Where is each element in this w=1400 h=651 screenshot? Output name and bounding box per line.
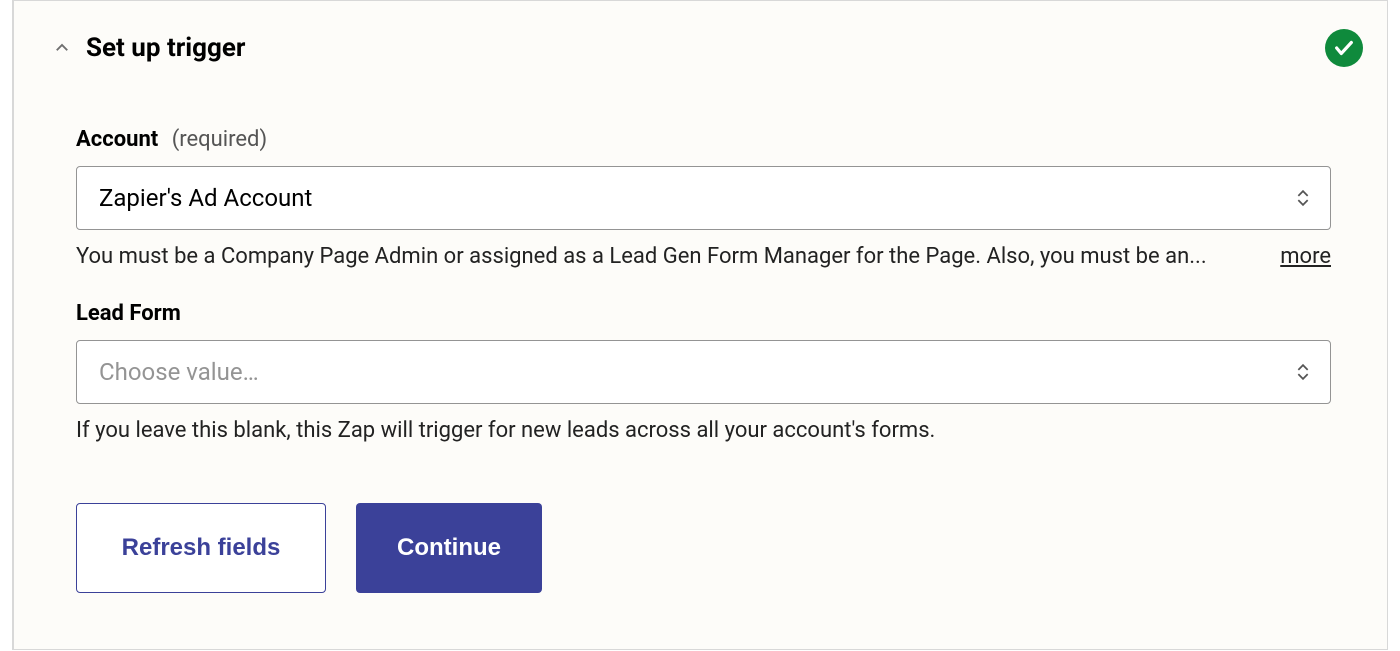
setup-trigger-panel: Set up trigger Account (required) Zapier… [12,0,1388,650]
refresh-fields-button[interactable]: Refresh fields [76,503,326,593]
select-updown-icon [1296,189,1310,207]
lead-form-select[interactable]: Choose value… [76,340,1331,404]
account-select[interactable]: Zapier's Ad Account [76,166,1331,230]
lead-form-field: Lead Form Choose value… If you leave thi… [76,301,1331,443]
panel-title: Set up trigger [86,33,1325,63]
collapse-chevron-up-icon[interactable] [52,38,72,58]
lead-form-placeholder: Choose value… [99,358,1296,386]
lead-form-label: Lead Form [76,301,181,326]
status-complete-icon [1325,29,1363,67]
account-field: Account (required) Zapier's Ad Account Y… [76,127,1331,269]
account-select-value: Zapier's Ad Account [99,184,1296,212]
account-helper-row: You must be a Company Page Admin or assi… [76,244,1331,269]
account-label-row: Account (required) [76,127,1331,152]
account-required: (required) [172,127,267,152]
button-row: Refresh fields Continue [76,503,1331,593]
continue-button[interactable]: Continue [356,503,542,593]
account-helper: You must be a Company Page Admin or assi… [76,244,1240,269]
form-body: Account (required) Zapier's Ad Account Y… [14,67,1387,593]
lead-form-label-row: Lead Form [76,301,1331,326]
select-updown-icon [1296,363,1310,381]
lead-form-helper: If you leave this blank, this Zap will t… [76,418,1331,443]
account-more-link[interactable]: more [1280,244,1331,269]
account-label: Account [76,127,158,152]
panel-header: Set up trigger [14,29,1387,67]
